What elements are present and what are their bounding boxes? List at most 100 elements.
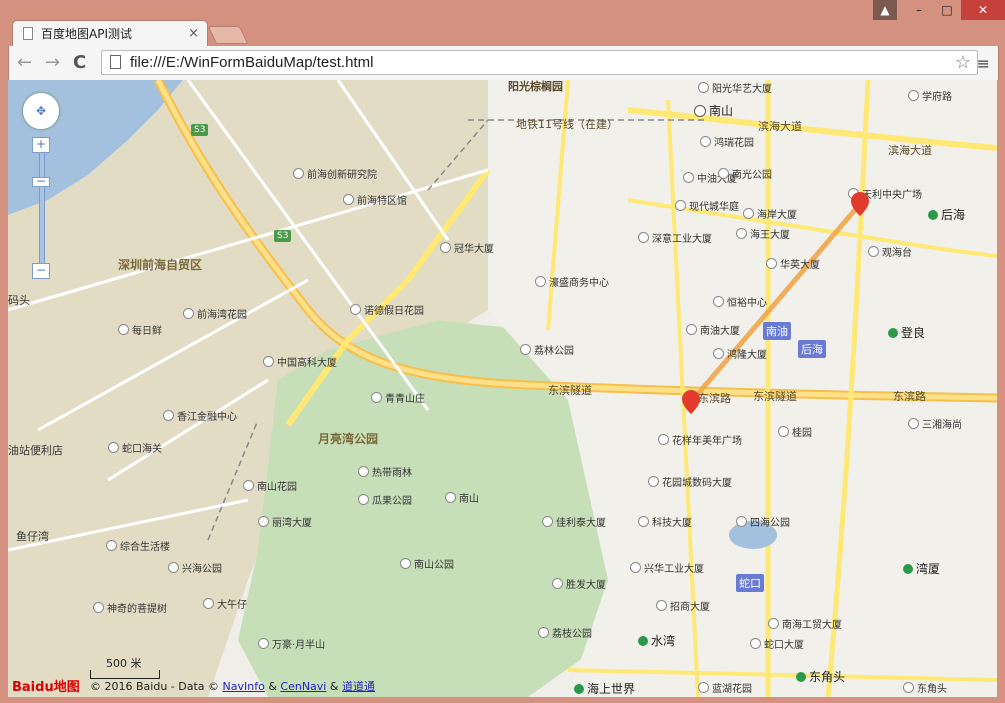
baidu-logo[interactable]: Baidu地图 — [12, 676, 80, 695]
poi-item[interactable]: 神奇的菩提树 — [93, 600, 167, 615]
tab-title: 百度地图API测试 — [41, 27, 132, 41]
zoom-handle[interactable]: − — [32, 175, 50, 187]
poi-item[interactable]: 荔枝公园 — [538, 625, 592, 640]
maximize-button[interactable]: □ — [933, 0, 961, 20]
cennavi-link[interactable]: CenNavi — [280, 680, 326, 693]
poi-item[interactable]: 荔林公园 — [520, 342, 574, 357]
poi-item[interactable]: 华英大厦 — [766, 256, 820, 271]
zoom-in-button[interactable]: + — [32, 137, 50, 153]
poi-item[interactable]: 濠盛商务中心 — [535, 274, 609, 289]
poi-item[interactable]: 南海工贸大厦 — [768, 616, 842, 631]
tab-close-icon[interactable]: × — [188, 26, 199, 41]
poi-item[interactable]: 观海台 — [868, 244, 912, 259]
poi-icon — [750, 638, 761, 649]
district-badge: 蛇口 — [736, 574, 764, 592]
address-bar[interactable]: file:///E:/WinFormBaiduMap/test.html ☆ — [101, 50, 978, 75]
poi-item[interactable]: 学府路 — [908, 88, 952, 103]
poi-label: 胜发大厦 — [566, 580, 606, 591]
place-label: 阳光棕榈园 — [508, 80, 563, 93]
poi-item[interactable]: 桂园 — [778, 424, 812, 439]
poi-item[interactable]: 蛇口海关 — [108, 440, 162, 455]
poi-item[interactable]: 前海创新研究院 — [293, 166, 377, 181]
poi-item[interactable]: 热带雨林 — [358, 464, 412, 479]
pan-control-icon[interactable]: ✥ — [22, 92, 60, 130]
user-icon[interactable]: ▲ — [873, 0, 897, 20]
poi-item[interactable]: 万豪·月半山 — [258, 636, 325, 651]
poi-item[interactable]: 南山 — [445, 490, 479, 505]
poi-label: 阳光华艺大厦 — [712, 84, 772, 95]
poi-item[interactable]: 南山公园 — [400, 556, 454, 571]
new-tab-button[interactable] — [207, 26, 249, 44]
poi-item[interactable]: 大午仔 — [203, 596, 247, 611]
poi-item[interactable]: 招商大厦 — [656, 598, 710, 613]
bookmark-star-icon[interactable]: ☆ — [955, 51, 971, 74]
poi-icon — [520, 344, 531, 355]
poi-item[interactable]: 花样年美年广场 — [658, 432, 742, 447]
poi-icon — [743, 208, 754, 219]
metro-station[interactable]: 南山 — [694, 102, 733, 119]
forward-button[interactable]: → — [45, 52, 60, 73]
navinfo-link[interactable]: NavInfo — [223, 680, 265, 693]
reload-button[interactable]: C — [73, 52, 86, 73]
poi-item[interactable]: 前海湾花园 — [183, 306, 247, 321]
poi-item[interactable]: 南油大厦 — [686, 322, 740, 337]
poi-item[interactable]: 花园城数码大厦 — [648, 474, 732, 489]
poi-item[interactable]: 综合生活楼 — [106, 538, 170, 553]
map-marker-pin-icon[interactable] — [682, 390, 700, 414]
poi-item[interactable]: 科技大厦 — [638, 514, 692, 529]
metro-station[interactable]: 湾厦 — [903, 560, 940, 577]
poi-icon — [106, 540, 117, 551]
poi-item[interactable]: 海岸大厦 — [743, 206, 797, 221]
poi-item[interactable]: 中国高科大厦 — [263, 354, 337, 369]
poi-item[interactable]: 四海公园 — [736, 514, 790, 529]
poi-item[interactable]: 诺德假日花园 — [350, 302, 424, 317]
poi-item[interactable]: 冠华大厦 — [440, 240, 494, 255]
poi-item[interactable]: 每日鲜 — [118, 322, 162, 337]
map-marker-pin-icon[interactable] — [851, 192, 869, 216]
poi-item[interactable]: 现代城华庭 — [675, 198, 739, 213]
poi-icon — [713, 348, 724, 359]
poi-label: 前海创新研究院 — [307, 170, 377, 181]
daodaotong-link[interactable]: 道道通 — [342, 680, 375, 693]
poi-label: 恒裕中心 — [727, 298, 767, 309]
poi-icon — [118, 324, 129, 335]
poi-icon — [93, 602, 104, 613]
back-button[interactable]: ← — [17, 52, 32, 73]
metro-station[interactable]: 水湾 — [638, 632, 675, 649]
browser-tab[interactable]: 百度地图API测试 × — [12, 20, 208, 46]
poi-item[interactable]: 瓜果公园 — [358, 492, 412, 507]
poi-item[interactable]: 鸿瑞花园 — [700, 134, 754, 149]
poi-label: 前海湾花园 — [197, 310, 247, 321]
poi-item[interactable]: 南光公园 — [718, 166, 772, 181]
metro-station[interactable]: 后海 — [928, 206, 965, 223]
poi-icon — [648, 476, 659, 487]
poi-item[interactable]: 蛇口大厦 — [750, 636, 804, 651]
poi-item[interactable]: 鸿隆大厦 — [713, 346, 767, 361]
zoom-out-button[interactable]: − — [32, 263, 50, 279]
metro-station[interactable]: 登良 — [888, 324, 925, 341]
poi-item[interactable]: 南山花园 — [243, 478, 297, 493]
zoom-slider[interactable] — [39, 142, 45, 276]
poi-item[interactable]: 兴海公园 — [168, 560, 222, 575]
poi-item[interactable]: 青青山庄 — [371, 390, 425, 405]
minimize-button[interactable]: – — [905, 0, 933, 20]
poi-item[interactable]: 胜发大厦 — [552, 576, 606, 591]
poi-label: 荔林公园 — [534, 346, 574, 357]
poi-item[interactable]: 香江金融中心 — [163, 408, 237, 423]
poi-item[interactable]: 阳光华艺大厦 — [698, 80, 772, 95]
poi-item[interactable]: 前海特区馆 — [343, 192, 407, 207]
baidu-map[interactable]: 深圳前海自贸区 月亮湾公园 东滨隧道 东滨隧道 东滨路 东滨路 滨海大道 滨海大… — [8, 80, 997, 697]
poi-item[interactable]: 深意工业大厦 — [638, 230, 712, 245]
poi-item[interactable]: 兴华工业大厦 — [630, 560, 704, 575]
poi-label: 濠盛商务中心 — [549, 278, 609, 289]
poi-icon — [638, 232, 649, 243]
close-button[interactable]: ✕ — [961, 0, 1005, 20]
poi-item[interactable]: 佳利泰大厦 — [542, 514, 606, 529]
poi-item[interactable]: 恒裕中心 — [713, 294, 767, 309]
metro-icon — [638, 635, 648, 646]
menu-icon[interactable]: ≡ — [977, 54, 990, 73]
poi-item[interactable]: 丽湾大厦 — [258, 514, 312, 529]
poi-icon — [700, 136, 711, 147]
poi-item[interactable]: 三湘海尚 — [908, 416, 962, 431]
poi-item[interactable]: 海王大厦 — [736, 226, 790, 241]
